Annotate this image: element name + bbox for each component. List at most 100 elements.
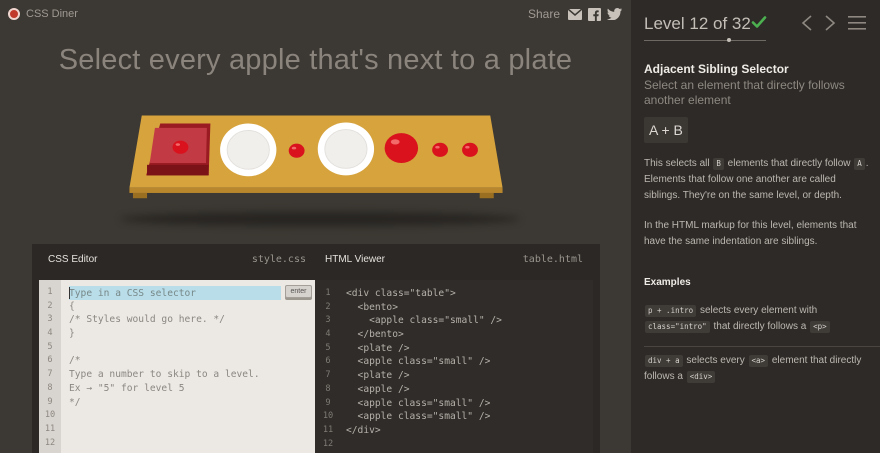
mail-icon[interactable] <box>567 7 582 21</box>
css-selector-input[interactable] <box>69 286 281 300</box>
code-line: */ <box>69 396 81 408</box>
example-item: p + .intro selects every element with cl… <box>644 303 872 335</box>
code-line: <apple class="small" /> <box>346 411 491 423</box>
table-surface <box>129 115 503 199</box>
css-line-numbers: 1 2 3 4 5 6 7 8 9 10 11 12 <box>39 280 61 453</box>
line-number: 8 <box>47 382 53 393</box>
line-number: 3 <box>325 315 331 326</box>
bento-box[interactable] <box>146 123 211 176</box>
line-number: 9 <box>325 397 331 408</box>
check-icon <box>751 16 767 28</box>
line-number: 11 <box>322 424 334 435</box>
divider <box>644 346 880 347</box>
example-text: that directly follows a <box>713 321 807 332</box>
code-token: B <box>713 158 724 170</box>
selector-explanation: This selects all B elements that directl… <box>644 156 872 204</box>
logo[interactable]: CSS Diner <box>8 8 78 20</box>
small-apple[interactable] <box>288 143 305 158</box>
twitter-icon[interactable] <box>607 7 623 21</box>
editors-panel: CSS Editor style.css HTML Viewer table.h… <box>32 244 600 453</box>
code-line: <apple class="small" /> <box>346 315 502 327</box>
line-number: 12 <box>322 438 334 449</box>
example-code: <a> <box>748 355 769 367</box>
code-line: /* Styles would go here. */ <box>69 314 225 326</box>
line-number: 12 <box>44 437 56 448</box>
line-number: 1 <box>325 288 331 298</box>
apple[interactable] <box>384 133 419 164</box>
html-code: <div class="table"> <bento> <apple class… <box>346 287 591 451</box>
level-progress-track <box>644 40 766 41</box>
explanation-text: This selects all <box>644 158 710 169</box>
css-editor[interactable]: 1 2 3 4 5 6 7 8 9 10 11 12 {/* Styles would go here… <box>39 280 315 453</box>
code-line: </div> <box>346 424 381 436</box>
plate[interactable] <box>220 123 277 177</box>
code-line: /* <box>69 355 81 367</box>
enter-button[interactable]: enter <box>285 285 312 298</box>
example-code: div + a <box>645 355 683 367</box>
line-number: 7 <box>325 370 331 381</box>
level-indicator[interactable]: Level 12 of 32 <box>644 14 751 34</box>
example-code: class="intro" <box>645 321 710 333</box>
line-number: 2 <box>47 300 53 311</box>
line-number: 3 <box>47 314 53 325</box>
selector-description: Select an element that directly follows … <box>644 78 845 107</box>
selector-name: Adjacent Sibling Selector <box>644 62 789 76</box>
level-progress-marker <box>727 38 731 42</box>
example-item: div + a selects every <a> element that d… <box>644 353 872 385</box>
explanation-text: elements that directly follow <box>727 158 851 169</box>
table-shadow <box>120 212 520 226</box>
chevron-left-icon[interactable] <box>800 14 814 32</box>
small-apple-in-bento <box>172 140 189 154</box>
chevron-right-icon[interactable] <box>823 14 837 32</box>
html-viewer-title: HTML Viewer <box>325 254 386 265</box>
examples-title: Examples <box>644 277 691 288</box>
line-number: 10 <box>322 411 334 422</box>
game-area: CSS Diner Share Select every apple that'… <box>0 0 631 453</box>
level-hint: In the HTML markup for this level, eleme… <box>644 220 857 247</box>
line-number: 7 <box>47 369 53 380</box>
menu-icon[interactable] <box>848 15 866 31</box>
example-text: selects every <box>686 355 745 366</box>
example-code: p + .intro <box>645 305 697 317</box>
level-instruction: Select every apple that's next to a plat… <box>58 44 573 76</box>
line-number: 9 <box>47 396 53 407</box>
small-apple[interactable] <box>462 142 478 157</box>
line-number: 10 <box>44 410 56 421</box>
css-code: {/* Styles would go here. */} /* Type a nu… <box>69 286 313 450</box>
app-title: CSS Diner <box>26 8 78 20</box>
line-number: 8 <box>325 383 331 394</box>
share-label: Share <box>528 7 561 21</box>
line-number: 6 <box>47 355 53 366</box>
share-bar: Share <box>528 7 623 21</box>
line-number: 4 <box>325 329 331 340</box>
css-editor-title: CSS Editor <box>48 254 98 265</box>
code-token: A <box>854 158 865 170</box>
code-line: <apple /> <box>346 383 410 395</box>
html-viewer-header: HTML Viewer table.html <box>325 254 583 274</box>
html-viewer-filename: table.html <box>522 254 583 265</box>
code-line: { <box>69 300 75 312</box>
small-apple[interactable] <box>432 142 448 157</box>
line-number: 11 <box>44 423 56 434</box>
line-number: 6 <box>325 356 331 367</box>
line-number: 4 <box>47 328 53 339</box>
css-editor-filename: style.css <box>251 254 306 265</box>
facebook-icon[interactable] <box>587 7 602 21</box>
selector-syntax: A + B <box>644 117 688 143</box>
html-viewer[interactable]: 1 2 3 4 5 6 7 8 9 10 11 12 <div class="table"> <ben… <box>315 280 593 453</box>
plate[interactable] <box>317 122 375 176</box>
code-line: </bento> <box>346 329 404 341</box>
css-editor-header: CSS Editor style.css <box>48 254 306 274</box>
example-code: <p> <box>810 321 830 333</box>
example-code: <div> <box>686 371 716 383</box>
line-number: 2 <box>325 301 331 312</box>
code-line: <div class="table"> <box>346 288 456 299</box>
code-line: <plate /> <box>346 370 410 382</box>
logo-icon <box>8 8 20 20</box>
line-number: 1 <box>47 287 53 297</box>
